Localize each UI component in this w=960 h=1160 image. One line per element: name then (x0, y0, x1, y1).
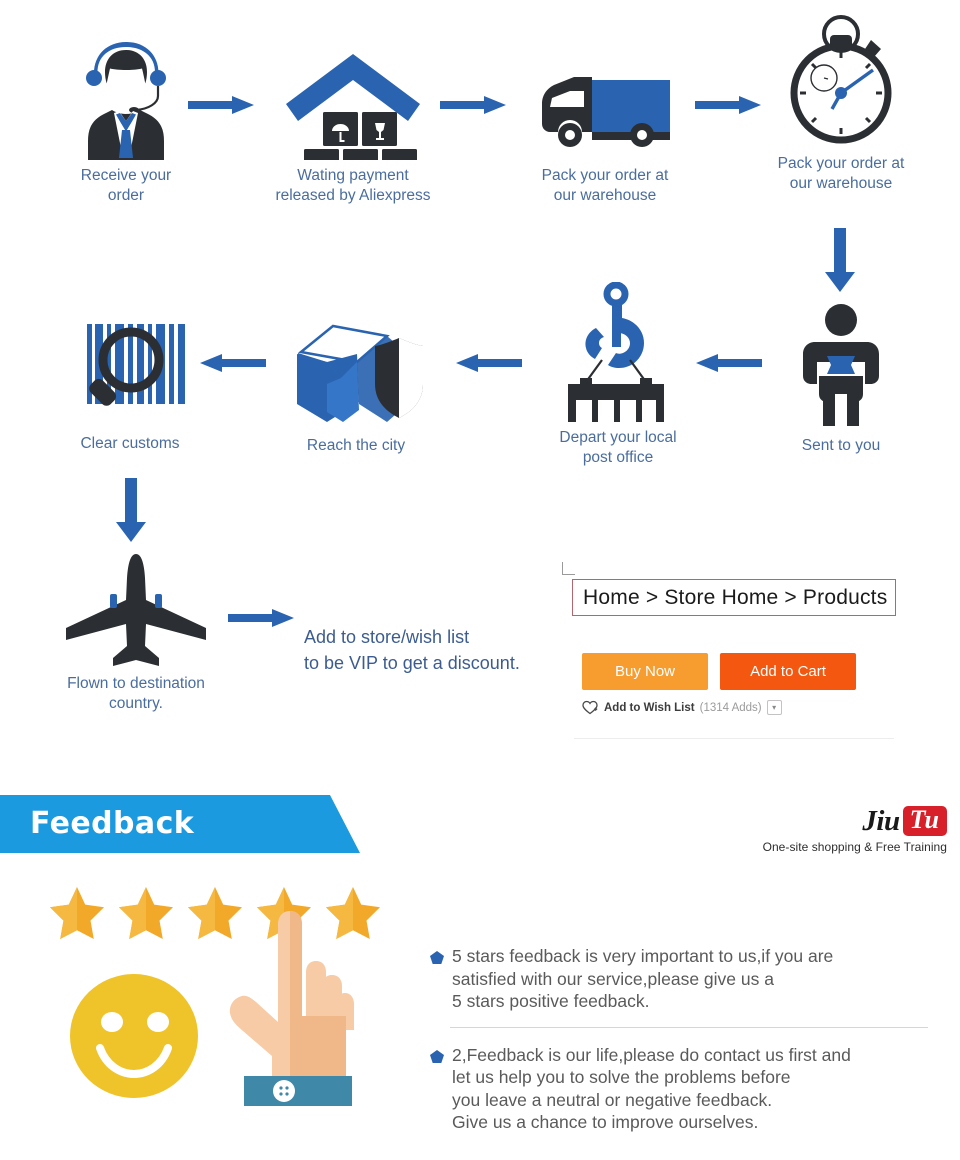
flow-step-depart-post: Depart your local post office (530, 282, 706, 468)
box-shield-icon (276, 300, 436, 430)
chevron-down-icon[interactable]: ▾ (766, 700, 782, 715)
flow-step-waiting-payment: Wating payment released by Aliexpress (266, 30, 440, 206)
buy-now-button[interactable]: Buy Now (582, 653, 708, 690)
person-parcel-icon (760, 300, 922, 430)
wish-list-label: Add to Wish List (604, 701, 695, 714)
product-action-buttons: Buy Now Add to Cart (582, 653, 856, 690)
flow-step-pack-truck: Pack your order at our warehouse (520, 30, 690, 206)
flow-arrow-1 (188, 92, 258, 123)
pointing-hand-icon (222, 910, 358, 1127)
pentagon-bullet-icon (430, 951, 444, 1013)
barcode-magnifier-icon (50, 298, 210, 428)
flow-step-label: Pack your order at our warehouse (541, 167, 669, 204)
crop-corner-mark (562, 562, 575, 575)
flow-arrow-3 (695, 92, 765, 123)
feedback-divider (450, 1026, 928, 1028)
flow-step-receive-order: Receive your order (46, 30, 206, 206)
wish-list-count: (1314 Adds) (699, 701, 762, 714)
add-to-cart-button[interactable]: Add to Cart (720, 653, 856, 690)
flow-arrow-5 (452, 350, 522, 381)
breadcrumb-text[interactable]: Home > Store Home > Products (573, 586, 887, 610)
store-product-widget: Home > Store Home > Products Buy Now Add… (560, 560, 910, 745)
flow-step-clear-customs: Clear customs (50, 298, 210, 454)
flow-step-label: Pack your order at our warehouse (777, 155, 905, 192)
feedback-notes: 5 stars feedback is very important to us… (430, 945, 930, 1134)
add-to-wish-list[interactable]: Add to Wish List (1314 Adds) ▾ (582, 700, 782, 715)
logo-tagline: One-site shopping & Free Training (762, 840, 947, 854)
flow-arrow-promo (228, 605, 298, 636)
promo-text-label: Add to store/wish list to be VIP to get … (304, 627, 520, 673)
delivery-truck-icon (520, 30, 690, 160)
flow-step-label: Depart your local post office (559, 429, 677, 466)
feedback-banner-title: Feedback (30, 806, 195, 841)
logo-name-part1: Jiu (862, 804, 900, 837)
flow-step-label: Wating payment released by Aliexpress (275, 167, 431, 204)
logo-mark: Jiu Tu (742, 804, 947, 837)
feedback-note-item: 2,Feedback is our life,please do contact… (430, 1044, 930, 1134)
stopwatch-icon (760, 15, 922, 148)
flow-step-label: Reach the city (306, 437, 406, 454)
flow-step-reach-city: Reach the city (276, 300, 436, 456)
star-icon (117, 885, 175, 946)
flow-step-flown: Flown to destination country. (46, 548, 226, 714)
smiley-face-icon (68, 972, 200, 1105)
heart-plus-icon (582, 700, 599, 715)
flow-step-label: Flown to destination country. (67, 675, 205, 712)
feedback-note-text: 2,Feedback is our life,please do contact… (452, 1044, 851, 1133)
logo-name-part2: Tu (902, 806, 947, 836)
flow-arrow-down-left (115, 478, 147, 549)
flow-step-sent-to-you: Sent to you (760, 300, 922, 456)
star-icon (48, 885, 106, 946)
store-divider (574, 738, 894, 739)
flow-step-label: Clear customs (80, 435, 180, 452)
breadcrumb: Home > Store Home > Products (572, 579, 896, 616)
flow-arrow-2 (440, 92, 510, 123)
feedback-note-item: 5 stars feedback is very important to us… (430, 945, 930, 1013)
feedback-note-text: 5 stars feedback is very important to us… (452, 946, 834, 1011)
pentagon-bullet-icon (430, 1049, 444, 1134)
flow-step-label: Sent to you (801, 437, 881, 454)
airplane-icon (46, 548, 226, 668)
flow-step-label: Receive your order (80, 167, 172, 204)
page-canvas: Receive your order Wating payment releas… (0, 0, 960, 1160)
support-agent-icon (46, 30, 206, 160)
warehouse-boxes-icon (266, 30, 440, 160)
crane-container-icon (530, 282, 706, 422)
flow-step-pack-stopwatch: Pack your order at our warehouse (760, 15, 922, 194)
promo-text: Add to store/wish list to be VIP to get … (304, 598, 554, 676)
flow-arrow-down-right (824, 228, 856, 299)
brand-logo: Jiu Tu One-site shopping & Free Training (742, 804, 947, 854)
